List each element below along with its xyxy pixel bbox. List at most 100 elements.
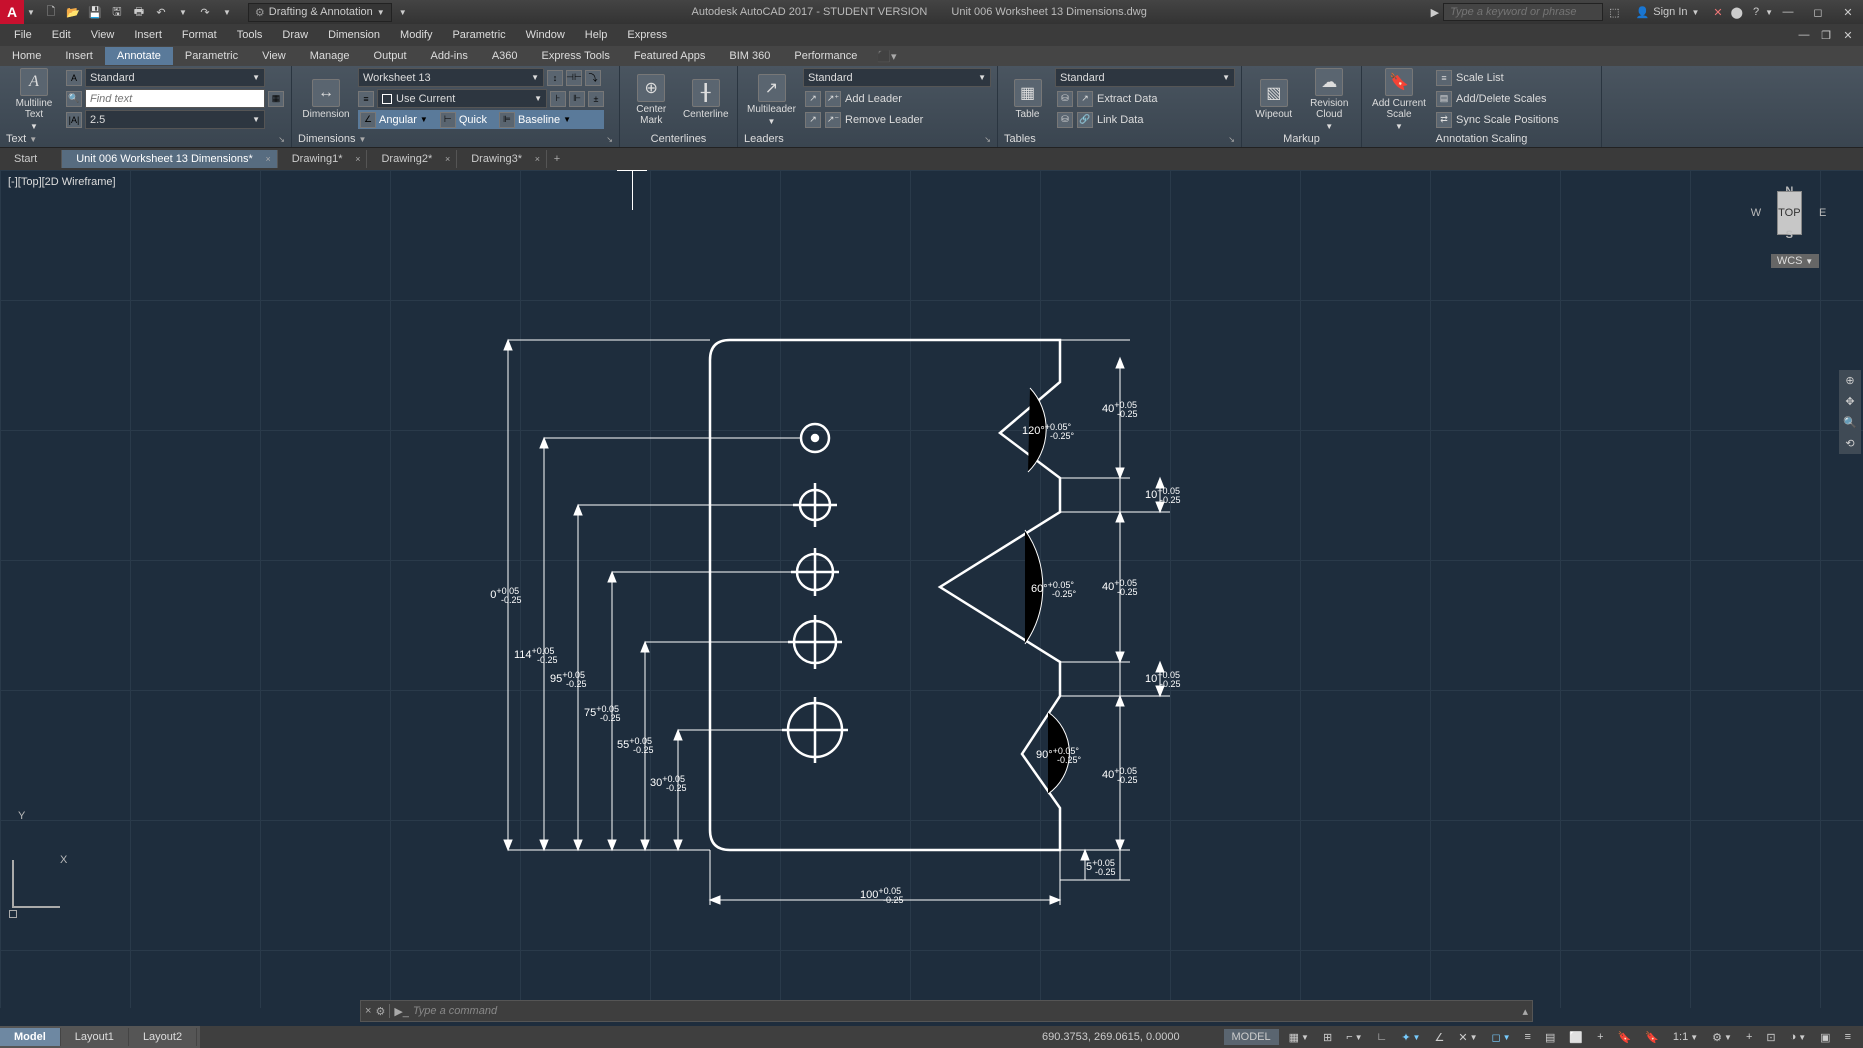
save-icon[interactable]: 💾 bbox=[86, 3, 104, 21]
undo-dd-icon[interactable]: ▼ bbox=[174, 3, 192, 21]
multiline-text-button[interactable]: A Multiline Text ▼ bbox=[6, 68, 62, 131]
syncscale-button[interactable]: ⇄ Sync Scale Positions bbox=[1434, 110, 1561, 129]
cycling-toggle[interactable]: ⬜ bbox=[1565, 1031, 1587, 1044]
isodraft-toggle[interactable]: ✦ ▼ bbox=[1397, 1031, 1424, 1044]
viewcube-east[interactable]: E bbox=[1812, 202, 1834, 224]
baseline-dd-icon[interactable]: ▼ bbox=[563, 115, 571, 124]
otrack-toggle[interactable]: ✕ ▼ bbox=[1454, 1031, 1481, 1044]
textstyle-dropdown[interactable]: Standard▼ bbox=[85, 68, 265, 87]
tab-featured[interactable]: Featured Apps bbox=[622, 47, 718, 65]
dimstyle-dropdown[interactable]: Worksheet 13▼ bbox=[358, 68, 544, 87]
tab-a360[interactable]: A360 bbox=[480, 47, 530, 65]
layout-2[interactable]: Layout2 bbox=[129, 1028, 197, 1046]
print-icon[interactable]: 🖶 bbox=[130, 3, 148, 21]
dim-space-icon[interactable]: ⊩ bbox=[569, 91, 585, 107]
panel-dialog-icon[interactable]: ↘ bbox=[606, 135, 613, 144]
tab-doc2[interactable]: Drawing1*× bbox=[278, 150, 368, 168]
maximize-button[interactable]: ◻ bbox=[1803, 0, 1833, 24]
multileader-button[interactable]: ↗ Multileader ▼ bbox=[744, 68, 799, 131]
cleanscreen-toggle[interactable]: ▣ bbox=[1816, 1031, 1834, 1044]
panel-dialog-icon[interactable]: ↘ bbox=[1228, 135, 1235, 144]
tab-start[interactable]: Start bbox=[0, 150, 62, 168]
menu-view[interactable]: View bbox=[81, 26, 125, 44]
find-go-icon[interactable]: ▦ bbox=[268, 91, 284, 107]
linkdata-button[interactable]: ⛁🔗 Link Data bbox=[1055, 110, 1235, 129]
annotation-monitor[interactable]: + bbox=[1742, 1031, 1756, 1043]
close-button[interactable]: ✕ bbox=[1833, 0, 1863, 24]
dim-tol-icon[interactable]: ± bbox=[588, 91, 604, 107]
open-icon[interactable]: 📂 bbox=[64, 3, 82, 21]
minimize-button[interactable]: — bbox=[1773, 0, 1803, 24]
dim-jog-icon[interactable]: ⤵ bbox=[585, 70, 601, 86]
fullnav-icon[interactable]: ⊕ bbox=[1845, 374, 1854, 387]
angular-dd-icon[interactable]: ▼ bbox=[420, 115, 428, 124]
view-label[interactable]: [-][Top][2D Wireframe] bbox=[8, 176, 116, 188]
extractdata-button[interactable]: ⛁↗ Extract Data bbox=[1055, 89, 1235, 108]
ribbon-focus-icon[interactable]: ⬛▾ bbox=[877, 50, 896, 63]
tab-performance[interactable]: Performance bbox=[782, 47, 869, 65]
addcurrentscale-button[interactable]: 🔖 Add Current Scale ▼ bbox=[1368, 68, 1430, 131]
quick-button[interactable]: Quick bbox=[459, 114, 487, 126]
search-input[interactable] bbox=[1443, 3, 1603, 21]
polar-toggle[interactable]: ∟ bbox=[1373, 1031, 1392, 1043]
exchange-apps-icon[interactable]: ✕ bbox=[1709, 6, 1726, 19]
command-line[interactable]: × ⚙ ▶_ Type a command ▴ bbox=[360, 1000, 1533, 1022]
orbit-icon[interactable]: ⟲ bbox=[1845, 437, 1854, 450]
annovis-toggle[interactable]: 🔖 bbox=[1641, 1031, 1663, 1044]
panel-expand-icon[interactable]: ▼ bbox=[29, 135, 37, 144]
tab-parametric[interactable]: Parametric bbox=[173, 47, 250, 65]
wcs-dropdown[interactable]: WCS ▼ bbox=[1771, 254, 1819, 268]
layout-model[interactable]: Model bbox=[0, 1028, 61, 1046]
centerline-button[interactable]: ╂ Centerline bbox=[681, 68, 732, 131]
redo-icon[interactable]: ↷ bbox=[196, 3, 214, 21]
command-input[interactable]: Type a command bbox=[413, 1005, 1519, 1017]
add-tab-button[interactable]: + bbox=[547, 153, 567, 165]
customize-button[interactable]: ≡ bbox=[1841, 1031, 1855, 1043]
osnap-toggle[interactable]: ∠ bbox=[1430, 1031, 1448, 1044]
ortho-toggle[interactable]: ⌐ ▼ bbox=[1342, 1031, 1366, 1043]
tab-bim360[interactable]: BIM 360 bbox=[717, 47, 782, 65]
panel-dialog-icon[interactable]: ↘ bbox=[984, 135, 991, 144]
tab-annotate[interactable]: Annotate bbox=[105, 47, 173, 65]
autoscale-toggle[interactable]: 🔖 bbox=[1614, 1031, 1636, 1044]
app-logo[interactable]: A bbox=[0, 0, 24, 24]
textheight-dropdown[interactable]: 2.5▼ bbox=[85, 110, 265, 129]
dimlayer-dropdown[interactable]: Use Current▼ bbox=[377, 89, 547, 108]
tab-doc4[interactable]: Drawing3*× bbox=[457, 150, 547, 168]
drawing-canvas[interactable]: [-][Top][2D Wireframe] bbox=[0, 170, 1863, 1008]
adddelete-button[interactable]: ▤ Add/Delete Scales bbox=[1434, 89, 1561, 108]
lineweight-toggle[interactable]: ≡ bbox=[1521, 1031, 1535, 1043]
transparency-toggle[interactable]: ▤ bbox=[1541, 1031, 1559, 1044]
close-icon[interactable]: × bbox=[355, 154, 360, 164]
menu-format[interactable]: Format bbox=[172, 26, 227, 44]
wipeout-button[interactable]: ▧ Wipeout bbox=[1248, 68, 1300, 131]
panel-dialog-icon[interactable]: ↘ bbox=[278, 135, 285, 144]
dim-update-icon[interactable]: ↕ bbox=[547, 70, 563, 86]
help-icon[interactable]: ? bbox=[1747, 6, 1765, 18]
menu-dimension[interactable]: Dimension bbox=[318, 26, 390, 44]
info-search-icon[interactable]: ▶ bbox=[1427, 6, 1443, 19]
redo-dd-icon[interactable]: ▼ bbox=[218, 3, 236, 21]
annomonitor-toggle[interactable]: + bbox=[1593, 1031, 1607, 1043]
menu-edit[interactable]: Edit bbox=[42, 26, 81, 44]
menu-help[interactable]: Help bbox=[575, 26, 618, 44]
doc-close-button[interactable]: ✕ bbox=[1837, 26, 1859, 44]
angular-button[interactable]: Angular bbox=[379, 114, 417, 126]
tab-addins[interactable]: Add-ins bbox=[419, 47, 480, 65]
tab-insert[interactable]: Insert bbox=[53, 47, 105, 65]
dim-continue-icon[interactable]: ⊦ bbox=[550, 91, 566, 107]
undo-icon[interactable]: ↶ bbox=[152, 3, 170, 21]
centermark-button[interactable]: ⊕ Center Mark bbox=[626, 68, 677, 131]
menu-draw[interactable]: Draw bbox=[272, 26, 318, 44]
tablestyle-dropdown[interactable]: Standard▼ bbox=[1055, 68, 1235, 87]
doc-restore-button[interactable]: ❐ bbox=[1815, 26, 1837, 44]
workspace-switch[interactable]: ⚙ ▼ bbox=[1708, 1031, 1736, 1044]
logo-dropdown[interactable]: ▼ bbox=[24, 8, 38, 17]
textstyle-icon[interactable]: A bbox=[66, 70, 82, 86]
tab-output[interactable]: Output bbox=[362, 47, 419, 65]
tab-expresstools[interactable]: Express Tools bbox=[530, 47, 622, 65]
isolate-toggle[interactable]: ◑ ▼ bbox=[1786, 1031, 1811, 1043]
cmdline-options-icon[interactable]: ⚙ bbox=[375, 1005, 385, 1018]
grid-toggle[interactable]: ▦ ▼ bbox=[1285, 1031, 1313, 1044]
saveas-icon[interactable]: 🖫 bbox=[108, 3, 126, 21]
